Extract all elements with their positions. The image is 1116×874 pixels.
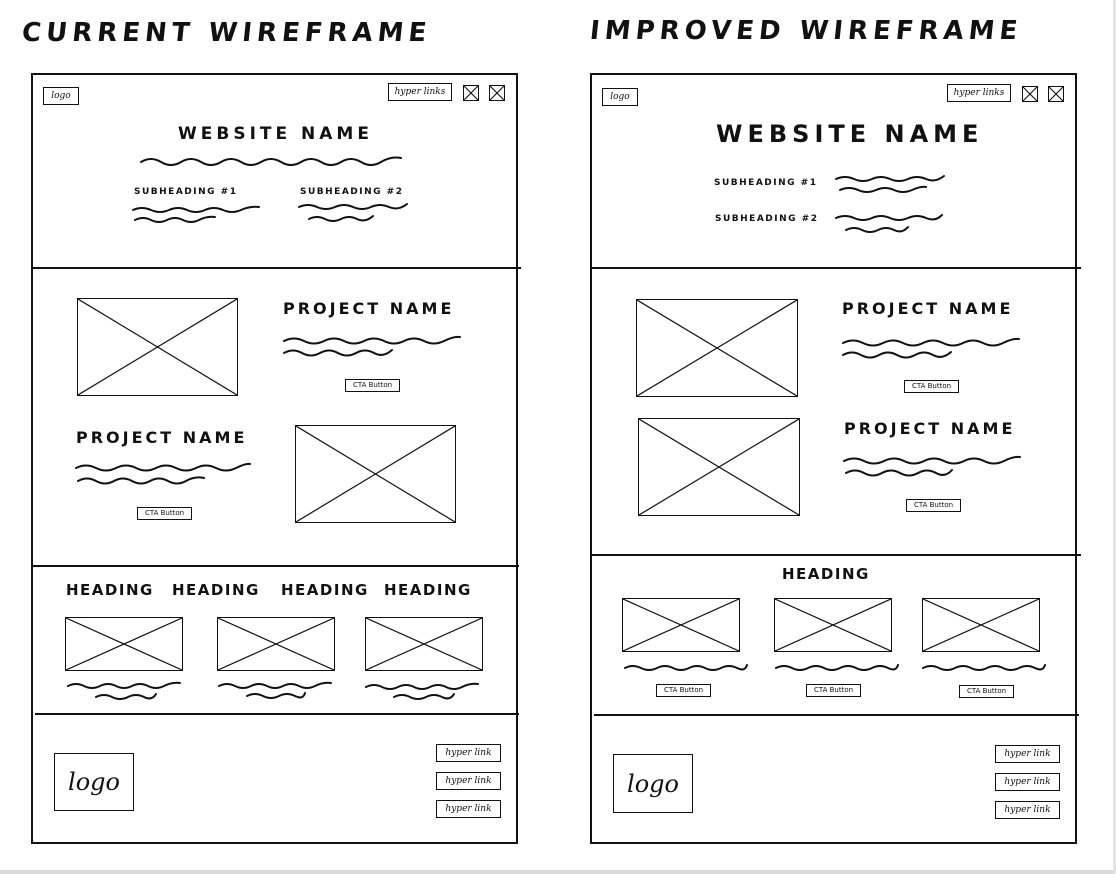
current-wireframe-title: CURRENT WIREFRAME [20, 18, 433, 48]
current-logo-box[interactable]: logo [43, 87, 79, 105]
improved-website-name: WEBSITE NAME [716, 120, 984, 148]
current-footer-link-3[interactable]: hyper link [436, 800, 501, 818]
improved-project-2-cta-button[interactable]: CTA Button [906, 499, 961, 512]
improved-divider-2 [592, 554, 1081, 556]
improved-divider-3 [594, 714, 1079, 716]
current-divider-3 [35, 713, 519, 715]
current-heading-4: HEADING [384, 581, 472, 599]
current-heading-3: HEADING [281, 581, 369, 599]
current-project-2-name: PROJECT NAME [76, 428, 248, 447]
current-project-2-cta-button[interactable]: CTA Button [137, 507, 192, 520]
current-project-1-name: PROJECT NAME [283, 299, 455, 318]
improved-footer-link-1[interactable]: hyper link [995, 745, 1060, 763]
improved-project-1-cta-button[interactable]: CTA Button [904, 380, 959, 393]
current-icon-placeholder-2[interactable] [489, 85, 505, 101]
current-subheading-2: SUBHEADING #2 [300, 187, 404, 197]
improved-card-3-image [922, 598, 1040, 652]
improved-card-3-cta-button[interactable]: CTA Button [959, 685, 1014, 698]
improved-logo-box[interactable]: logo [602, 88, 638, 106]
current-project-2-image [295, 425, 456, 523]
current-card-1-image [65, 617, 183, 671]
current-project-1-image [77, 298, 238, 396]
improved-footer-link-3[interactable]: hyper link [995, 801, 1060, 819]
improved-icon-placeholder-1[interactable] [1022, 86, 1038, 102]
improved-card-2-cta-button[interactable]: CTA Button [806, 684, 861, 697]
current-footer-logo[interactable]: logo [54, 753, 134, 811]
improved-subheading-1: SUBHEADING #1 [714, 178, 818, 188]
improved-icon-placeholder-2[interactable] [1048, 86, 1064, 102]
current-hyperlinks-box[interactable]: hyper links [388, 83, 452, 101]
current-website-name: WEBSITE NAME [178, 124, 373, 144]
improved-card-2-image [774, 598, 892, 652]
improved-card-1-cta-button[interactable]: CTA Button [656, 684, 711, 697]
current-icon-placeholder-1[interactable] [463, 85, 479, 101]
current-footer-link-1[interactable]: hyper link [436, 744, 501, 762]
improved-hyperlinks-box[interactable]: hyper links [947, 84, 1011, 102]
improved-card-1-image [622, 598, 740, 652]
current-heading-2: HEADING [172, 581, 260, 599]
current-project-1-cta-button[interactable]: CTA Button [345, 379, 400, 392]
current-divider-2 [33, 565, 519, 567]
improved-subheading-2: SUBHEADING #2 [715, 214, 819, 224]
page-edge-bottom [0, 870, 1116, 874]
improved-project-2-image [638, 418, 800, 516]
improved-divider-1 [590, 267, 1081, 269]
improved-wireframe-title: IMPROVED WIREFRAME [588, 16, 1024, 46]
current-footer-link-2[interactable]: hyper link [436, 772, 501, 790]
improved-project-1-image [636, 299, 798, 397]
improved-footer-link-2[interactable]: hyper link [995, 773, 1060, 791]
current-card-3-image [365, 617, 483, 671]
current-heading-1: HEADING [66, 581, 154, 599]
current-divider-1 [31, 267, 521, 269]
improved-project-1-name: PROJECT NAME [842, 299, 1014, 318]
improved-project-2-name: PROJECT NAME [844, 419, 1016, 438]
current-card-2-image [217, 617, 335, 671]
improved-footer-logo[interactable]: logo [613, 754, 693, 813]
improved-heading: HEADING [782, 565, 870, 583]
current-subheading-1: SUBHEADING #1 [134, 187, 238, 197]
